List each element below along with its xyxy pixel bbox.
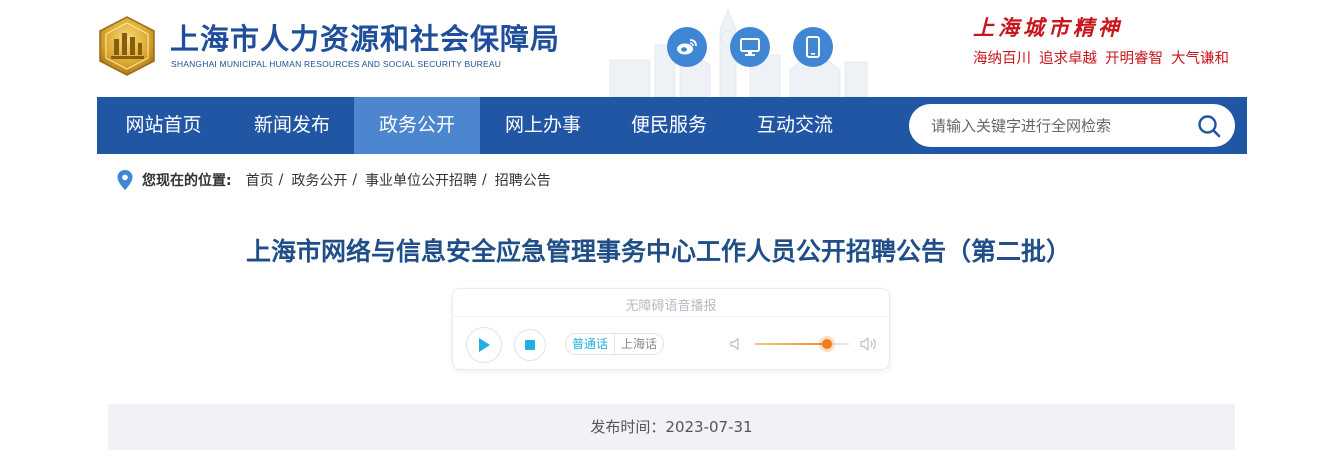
breadcrumb-separator: / (482, 172, 487, 188)
volume-slider[interactable] (755, 339, 849, 349)
nav-item-news[interactable]: 新闻发布 (230, 97, 354, 154)
article-title: 上海市网络与信息安全应急管理事务中心工作人员公开招聘公告（第二批） (245, 237, 1071, 266)
nav-item-home[interactable]: 网站首页 (97, 97, 230, 154)
site-name-english: SHANGHAI MUNICIPAL HUMAN RESOURCES AND S… (171, 59, 502, 69)
breadcrumb-government-affairs[interactable]: 政务公开 (291, 170, 347, 190)
breadcrumb-public-recruitment[interactable]: 事业单位公开招聘 (365, 170, 477, 190)
city-spirit-title: 上海城市精神 (973, 15, 1123, 40)
language-option-shanghainese[interactable]: 上海话 (615, 334, 663, 354)
stop-icon (525, 340, 535, 350)
breadcrumb-separator: / (278, 172, 284, 188)
volume-low-icon[interactable] (729, 336, 745, 352)
weibo-button[interactable] (667, 27, 707, 67)
breadcrumb-recruitment-notice[interactable]: 招聘公告 (495, 170, 551, 190)
monitor-icon (740, 38, 760, 56)
main-nav: 网站首页 新闻发布 政务公开 网上办事 便民服务 互动交流 (97, 97, 1247, 154)
weibo-icon (677, 39, 697, 55)
city-spirit-words: 海纳百川 追求卓越 开明睿智 大气谦和 (973, 47, 1237, 68)
breadcrumb-label: 您现在的位置: (142, 173, 232, 189)
site-name[interactable]: 上海市人力资源和社会保障局 (170, 16, 560, 58)
search-input[interactable] (931, 104, 1181, 147)
mobile-icon (806, 36, 820, 58)
nav-item-public-services[interactable]: 便民服务 (606, 97, 732, 154)
site-search (909, 104, 1235, 147)
breadcrumb-home[interactable]: 首页 (246, 170, 274, 190)
play-button[interactable] (466, 327, 502, 363)
publish-info-bar: 发布时间：2023-07-31 (108, 404, 1235, 450)
bureau-emblem-logo[interactable] (96, 15, 158, 77)
language-toggle: 普通话 上海话 (565, 333, 665, 355)
publish-date: 2023-07-31 (665, 418, 753, 436)
breadcrumb: 您现在的位置: 首页 / 政务公开 / 事业单位公开招聘 / 招聘公告 (116, 169, 551, 191)
language-option-mandarin[interactable]: 普通话 (566, 334, 616, 354)
desktop-version-button[interactable] (730, 27, 770, 67)
spirit-word: 大气谦和 (1171, 51, 1229, 67)
breadcrumb-separator: / (352, 172, 358, 188)
search-icon[interactable] (1197, 114, 1221, 138)
volume-high-icon[interactable] (859, 335, 879, 353)
mobile-version-button[interactable] (793, 27, 833, 67)
nav-item-government-affairs[interactable]: 政务公开 (354, 97, 480, 154)
spirit-word: 追求卓越 (1039, 51, 1097, 67)
stop-button[interactable] (514, 329, 546, 361)
nav-item-interaction[interactable]: 互动交流 (732, 97, 858, 154)
player-divider (453, 316, 889, 317)
spirit-word: 开明睿智 (1105, 51, 1163, 67)
publish-label: 发布时间： (590, 418, 666, 436)
nav-item-online-services[interactable]: 网上办事 (480, 97, 606, 154)
volume-fill (755, 343, 828, 345)
accessibility-audio-player: 无障碍语音播报 普通话 上海话 (452, 288, 890, 370)
play-icon (479, 338, 490, 352)
spirit-word: 海纳百川 (973, 51, 1031, 67)
site-header: 上海市人力资源和社会保障局 SHANGHAI MUNICIPAL HUMAN R… (0, 0, 1317, 97)
volume-knob[interactable] (822, 339, 833, 349)
location-pin-icon (117, 170, 133, 190)
player-title: 无障碍语音播报 (625, 299, 717, 314)
